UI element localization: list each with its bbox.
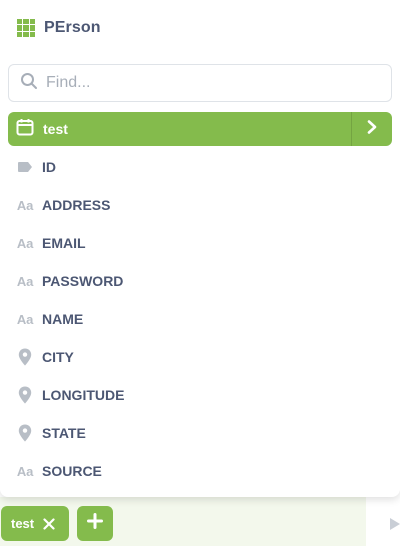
field-label: LONGITUDE xyxy=(42,387,125,403)
expand-button[interactable] xyxy=(351,112,392,146)
field-label: NAME xyxy=(42,311,84,327)
add-breakout-button[interactable] xyxy=(77,506,113,541)
breakout-chip[interactable]: test xyxy=(1,506,69,541)
field-label: STATE xyxy=(42,425,86,441)
play-icon[interactable] xyxy=(390,517,400,535)
close-icon[interactable] xyxy=(43,517,55,530)
field-item-id[interactable]: ID xyxy=(0,148,400,186)
selected-field-label: test xyxy=(43,121,68,137)
text-icon: Aa xyxy=(16,273,34,289)
plus-icon xyxy=(87,513,103,534)
table-title: PErson xyxy=(44,19,101,36)
calendar-icon xyxy=(16,118,34,141)
field-item-address[interactable]: Aa ADDRESS xyxy=(0,186,400,224)
search-icon xyxy=(20,72,38,95)
field-label: ADDRESS xyxy=(42,197,111,213)
field-item-name[interactable]: Aa NAME xyxy=(0,300,400,338)
field-item-state[interactable]: STATE xyxy=(0,414,400,452)
field-item-email[interactable]: Aa EMAIL xyxy=(0,224,400,262)
field-item-source[interactable]: Aa SOURCE xyxy=(0,452,400,490)
table-grid-icon xyxy=(17,19,35,37)
field-list: ID Aa ADDRESS Aa EMAIL Aa PASSWORD Aa NA… xyxy=(0,148,400,490)
location-pin-icon xyxy=(16,348,34,366)
chevron-right-icon xyxy=(367,119,377,139)
field-label: PASSWORD xyxy=(42,273,124,289)
text-icon: Aa xyxy=(16,235,34,251)
text-icon: Aa xyxy=(16,197,34,213)
tag-icon xyxy=(16,158,34,176)
chip-label: test xyxy=(11,516,35,531)
field-item-city[interactable]: CITY xyxy=(0,338,400,376)
text-icon: Aa xyxy=(16,311,34,327)
text-icon: Aa xyxy=(16,463,34,479)
field-label: EMAIL xyxy=(42,235,86,251)
field-item-password[interactable]: Aa PASSWORD xyxy=(0,262,400,300)
field-label: CITY xyxy=(42,349,74,365)
field-label: ID xyxy=(42,159,56,175)
field-picker-popover: PErson test ID Aa ADDRESS xyxy=(0,0,400,497)
selected-field-label-area[interactable]: test xyxy=(8,112,351,146)
field-label: SOURCE xyxy=(42,463,102,479)
field-item-longitude[interactable]: LONGITUDE xyxy=(0,376,400,414)
search-box[interactable] xyxy=(8,64,392,102)
location-pin-icon xyxy=(16,424,34,442)
table-header[interactable]: PErson xyxy=(0,0,400,56)
search-input[interactable] xyxy=(46,74,366,92)
location-pin-icon xyxy=(16,386,34,404)
selected-field-row[interactable]: test xyxy=(8,112,392,146)
